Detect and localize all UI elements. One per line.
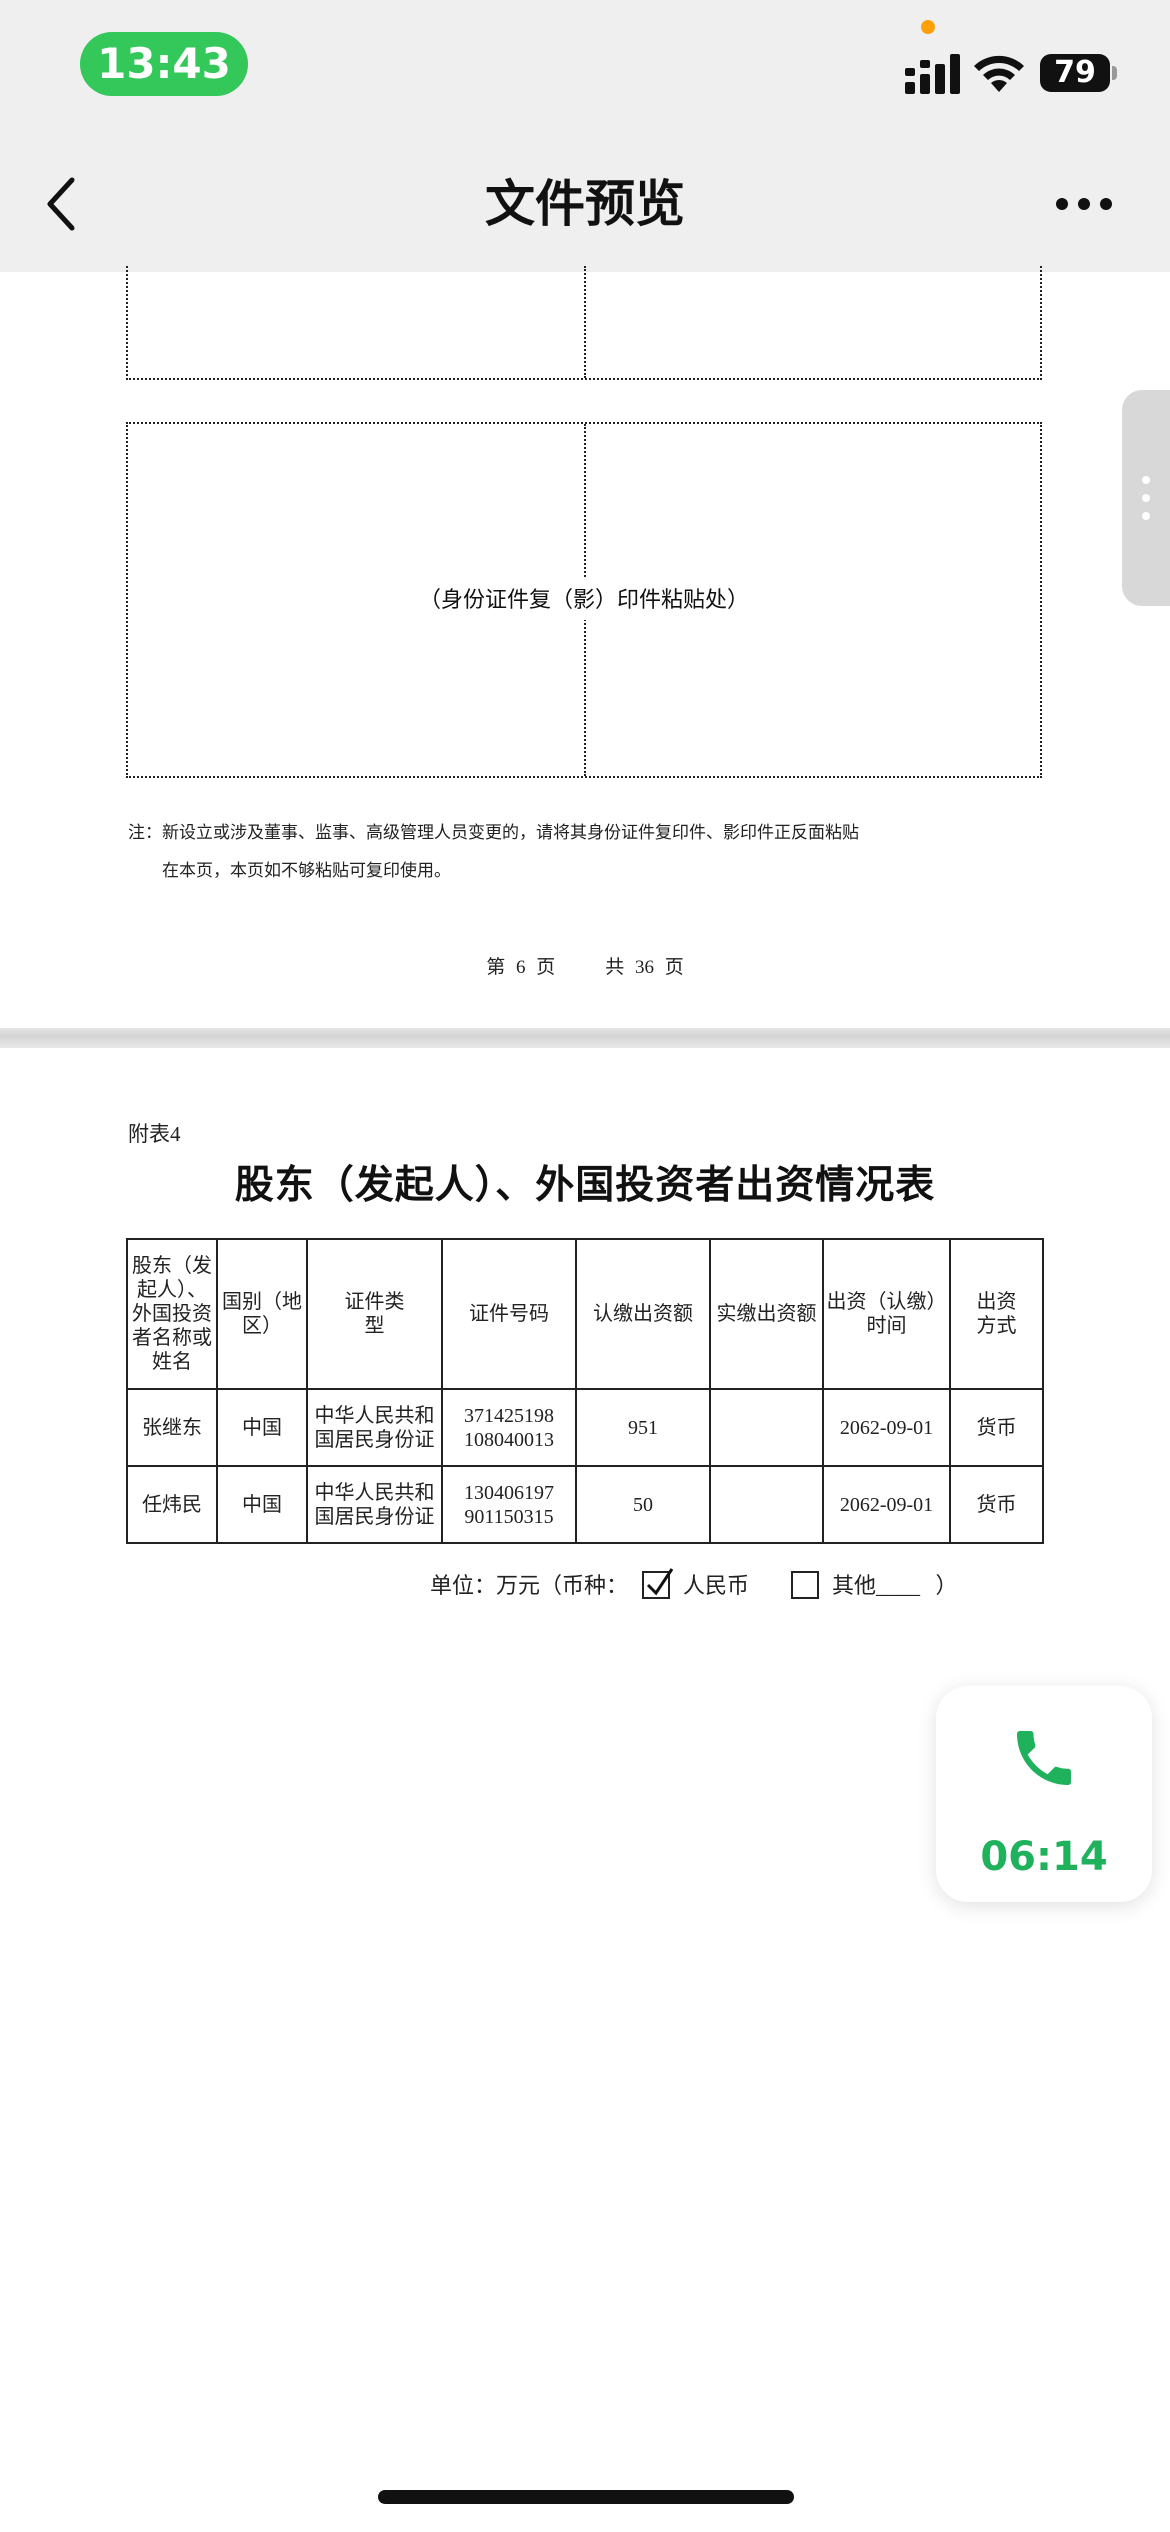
page-total: 共 36 页 [605,957,684,978]
page-separator [0,1028,1170,1048]
currency-unit-line: 单位：万元（币种： 人民币 其他____ ） [430,1568,958,1600]
id-type: 中华人民共和国居民身份证 [306,1388,443,1467]
currency-rmb: 人民币 [683,1573,750,1598]
rmb-checkbox [641,1568,673,1599]
investment-table: 股东（发起人）、外国投资者名称或姓名 国别（地区） 证件类型 证件号码 认缴出资… [126,1238,1044,1544]
status-time[interactable]: 13:43 [80,32,248,96]
shareholder-name: 张继东 [126,1388,218,1467]
page-current: 第 6 页 [486,957,556,978]
column-header: 证件号码 [441,1238,577,1390]
contribution-method: 货币 [949,1465,1044,1544]
nav-bar: 文件预览 [0,130,1170,272]
privacy-indicator-dot [921,20,935,34]
column-header: 出资方式 [949,1238,1044,1390]
call-duration: 06:14 [980,1834,1108,1880]
currency-other: 其他____ [832,1573,921,1598]
back-icon[interactable] [42,174,82,234]
battery-cap [1112,66,1117,80]
shareholder-name: 任炜民 [126,1465,218,1544]
side-drawer-handle[interactable] [1122,390,1170,606]
document-page-6: （身份证件复（影）印件粘贴处） 注：新设立或涉及董事、监事、高级管理人员变更的，… [0,266,1170,1028]
note-line-2: 在本页，本页如不够粘贴可复印使用。 [162,861,451,880]
contribution-date: 2062-09-01 [822,1388,951,1467]
more-icon[interactable] [1054,196,1114,212]
subscribed-amount: 50 [575,1465,711,1544]
column-header: 证件类型 [306,1238,443,1390]
home-indicator[interactable] [378,2490,794,2504]
document-viewer[interactable]: （身份证件复（影）印件粘贴处） 注：新设立或涉及董事、监事、高级管理人员变更的，… [0,266,1170,2532]
id-paste-box: （身份证件复（影）印件粘贴处） [126,422,1042,778]
id-paste-box-upper [126,266,1042,380]
page-number: 第 6 页 共 36 页 [0,952,1170,979]
battery-icon: 79 [1040,54,1110,92]
column-header: 股东（发起人）、外国投资者名称或姓名 [126,1238,218,1390]
page-note: 注：新设立或涉及董事、监事、高级管理人员变更的，请将其身份证件复印件、影印件正反… [128,814,1028,890]
ongoing-call-widget[interactable]: 06:14 [936,1686,1152,1902]
vertical-dots-icon [1142,476,1150,520]
id-type: 中华人民共和国居民身份证 [306,1465,443,1544]
other-currency-checkbox [790,1571,819,1599]
page-title: 文件预览 [485,176,685,232]
contribution-date: 2062-09-01 [822,1465,951,1544]
wifi-icon [974,55,1024,92]
signal-icon [905,54,960,94]
box-divider [584,266,586,378]
paid-amount [709,1388,824,1467]
paste-area-label: （身份证件复（影）印件粘贴处） [128,579,1040,620]
id-number: 371425198108040013 [441,1388,577,1467]
note-line-1: 注：新设立或涉及董事、监事、高级管理人员变更的，请将其身份证件复印件、影印件正反… [128,823,859,842]
country: 中国 [216,1388,308,1467]
unit-suffix: ） [935,1573,958,1598]
unit-prefix: 单位：万元（币种： [430,1573,629,1598]
subscribed-amount: 951 [575,1388,711,1467]
id-number: 130406197901150315 [441,1465,577,1544]
table-title: 股东（发起人）、外国投资者出资情况表 [234,1164,936,1207]
column-header: 出资（认缴）时间 [822,1238,951,1390]
country: 中国 [216,1465,308,1544]
column-header: 国别（地区） [216,1238,308,1390]
appendix-label: 附表4 [128,1122,181,1146]
column-header: 认缴出资额 [575,1238,711,1390]
table-header-row: 股东（发起人）、外国投资者名称或姓名 国别（地区） 证件类型 证件号码 认缴出资… [126,1238,1044,1390]
contribution-method: 货币 [949,1388,1044,1467]
phone-icon [1017,1731,1071,1785]
paid-amount [709,1465,824,1544]
column-header: 实缴出资额 [709,1238,824,1390]
table-row: 任炜民 中国 中华人民共和国居民身份证 130406197901150315 5… [126,1465,1044,1544]
status-bar: 13:43 79 [0,0,1170,130]
table-row: 张继东 中国 中华人民共和国居民身份证 371425198108040013 9… [126,1388,1044,1467]
checkmark-icon [646,1568,673,1596]
